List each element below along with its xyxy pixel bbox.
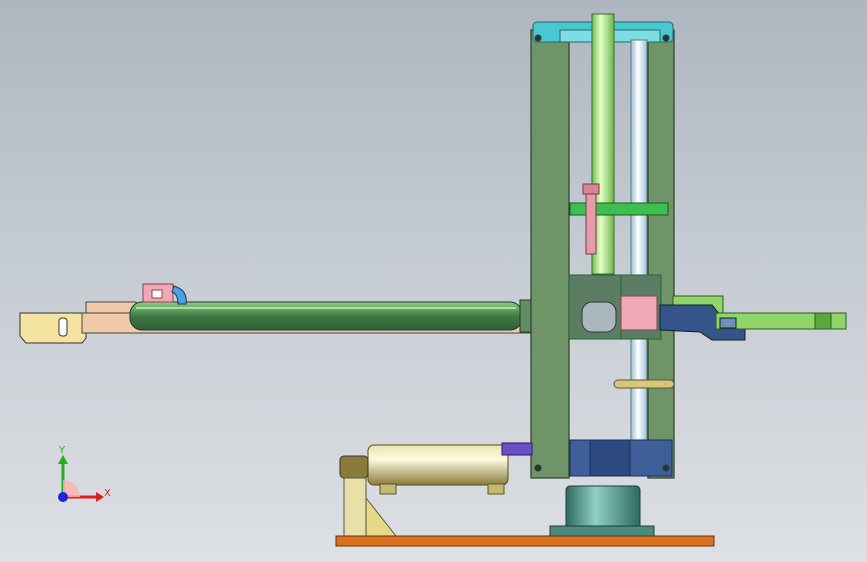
- lower-clamp-block-inner: [589, 439, 631, 477]
- triad-x-arrowhead: [96, 492, 104, 502]
- pink-clamp-screw: [151, 289, 163, 299]
- right-clamp-window: [719, 317, 737, 329]
- bolt-tr: [662, 34, 670, 42]
- arm-end-flange: [519, 299, 533, 333]
- base-flange: [549, 525, 655, 537]
- base-plate: [335, 535, 715, 547]
- base-assembly: [335, 485, 715, 547]
- right-rod-tip: [814, 312, 832, 330]
- triad-y-arrowhead: [58, 455, 68, 464]
- purple-end-cap: [501, 442, 533, 456]
- triad-z-axis: [58, 492, 68, 502]
- cylinder-foot-left: [379, 483, 397, 495]
- orientation-triad: X Y: [58, 445, 111, 502]
- triad-x-label: X: [104, 488, 111, 499]
- lower-cylinder-assembly: [339, 442, 533, 537]
- gripper-slot: [58, 317, 68, 337]
- pink-pin-head: [582, 183, 600, 195]
- bolt-br: [662, 464, 670, 472]
- right-gripper-assembly: [659, 295, 847, 341]
- vertical-column-assembly: [530, 13, 675, 479]
- arm-tube: [129, 301, 523, 331]
- cylinder-foot-right: [487, 483, 505, 495]
- rod-eye: [339, 455, 369, 479]
- pink-mount-block: [620, 295, 658, 331]
- bolt-tl: [534, 34, 542, 42]
- lower-rod-stub: [613, 379, 675, 389]
- column-left-plate: [530, 29, 570, 479]
- column-right-plate: [647, 29, 675, 479]
- cad-viewport[interactable]: X Y: [0, 0, 867, 562]
- triad-y-label: Y: [58, 445, 66, 456]
- bolt-bl: [534, 464, 542, 472]
- base-column: [565, 485, 641, 533]
- gold-cylinder: [367, 444, 509, 486]
- horizontal-arm-assembly: [19, 283, 533, 344]
- support-gusset: [365, 496, 398, 537]
- steel-hub: [581, 301, 617, 333]
- green-crossbar: [569, 202, 669, 216]
- blue-sensor-bracket: [171, 285, 187, 305]
- support-post: [343, 477, 367, 537]
- gripper-finger-left: [19, 312, 87, 344]
